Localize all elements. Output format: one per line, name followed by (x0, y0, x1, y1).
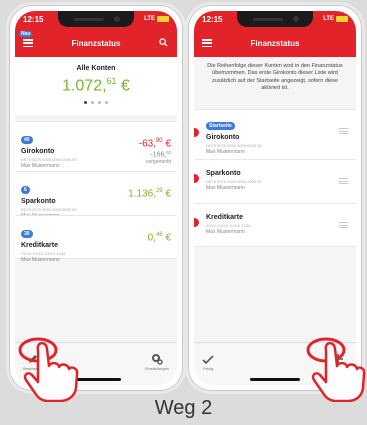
total-label: Alle Konten (76, 65, 116, 72)
account-badge: 40 (21, 136, 33, 144)
drag-handle-icon[interactable] (339, 128, 348, 134)
account-name: Girokonto (206, 134, 240, 141)
settings-button[interactable]: Einstellungen (145, 353, 169, 371)
settings-label: Einstellungen (144, 366, 169, 371)
account-owner: Max Mustermann (21, 257, 60, 263)
delete-icon[interactable] (194, 174, 199, 183)
account-iban: XXXX XXXX XXXX 1234 (21, 251, 66, 256)
reorder-row-kreditkarte[interactable]: Kreditkarte XXXX XXXX XXXX 1234 Max Must… (194, 203, 356, 247)
home-indicator (250, 378, 300, 381)
account-row-kreditkarte[interactable]: 30 Kreditkarte XXXX XXXX XXXX 1234 Max M… (15, 215, 177, 263)
total-balance-card: Alle Konten 1.072,61 € (15, 57, 177, 115)
gear-icon (151, 354, 163, 365)
battery-icon (336, 16, 348, 22)
account-iban: DE75 5075 0000 0000 0000 00 (206, 179, 262, 184)
tap-hand-right-icon (306, 337, 366, 402)
total-amount: 1.072,61 € (62, 76, 130, 95)
reorder-info-text: Die Reihenfolge dieser Konten wird in de… (207, 63, 343, 92)
account-owner: Max Mustermann (206, 185, 245, 191)
account-owner: Max Mustermann (206, 229, 245, 235)
search-icon[interactable] (159, 38, 168, 47)
checkmark-icon (202, 355, 214, 365)
phone-notch (237, 11, 313, 27)
reorder-row-girokonto[interactable]: Startseite Girokonto DE75 5075 0000 0000… (194, 109, 356, 159)
page-indicator[interactable] (15, 101, 177, 105)
account-name: Sparkonto (206, 170, 241, 177)
delete-icon[interactable] (194, 128, 199, 137)
done-label: Fertig (202, 366, 214, 371)
page-title: Finanzstatus (71, 39, 121, 48)
account-balance: 0,46 € (147, 232, 171, 244)
caption: Weg 2 (154, 397, 213, 419)
network-label: LTE (144, 16, 155, 22)
delete-icon[interactable] (194, 218, 199, 227)
tap-hand-left-icon (18, 337, 79, 402)
account-balance: 1.136,29 € (128, 188, 171, 200)
account-name: Kreditkarte (206, 214, 243, 221)
reserved-amount: -166,62 vorgemerkt (145, 150, 171, 165)
new-badge: Neu (19, 31, 33, 37)
drag-handle-icon[interactable] (339, 178, 348, 184)
account-row-sparkonto[interactable]: 6 Sparkonto DE75 5075 0000 0000 0000 00 … (15, 171, 177, 219)
done-button[interactable]: Fertig (202, 355, 214, 371)
app-header: 12:15 LTE Finanzstatus (194, 11, 356, 57)
account-iban: DE75 5075 0000 0000 0000 00 (206, 143, 262, 148)
account-iban: XXXX XXXX XXXX 1234 (206, 223, 251, 228)
account-owner: Max Mustermann (206, 149, 245, 155)
status-time: 12:15 (23, 15, 44, 24)
network-label: LTE (323, 16, 334, 22)
page-title: Finanzstatus (250, 39, 300, 48)
phone-notch (58, 11, 134, 27)
account-badge: 30 (21, 230, 33, 238)
status-indicators: LTE (144, 16, 169, 22)
status-time: 12:15 (202, 15, 223, 24)
account-balance: -63,90 € (138, 138, 171, 150)
account-row-girokonto[interactable]: 40 Girokonto DE75 5075 0000 0000 0000 00… (15, 121, 177, 171)
drag-handle-icon[interactable] (339, 222, 348, 228)
account-badge: 6 (21, 186, 30, 194)
start-page-badge: Startseite (206, 122, 235, 130)
reorder-row-sparkonto[interactable]: Sparkonto DE75 5075 0000 0000 0000 00 Ma… (194, 159, 356, 203)
app-header: 12:15 LTE Neu Finanzstatus (15, 11, 177, 57)
account-iban: DE75 5075 0000 0000 0000 00 (21, 207, 77, 212)
status-indicators: LTE (323, 16, 348, 22)
battery-icon (157, 16, 169, 22)
